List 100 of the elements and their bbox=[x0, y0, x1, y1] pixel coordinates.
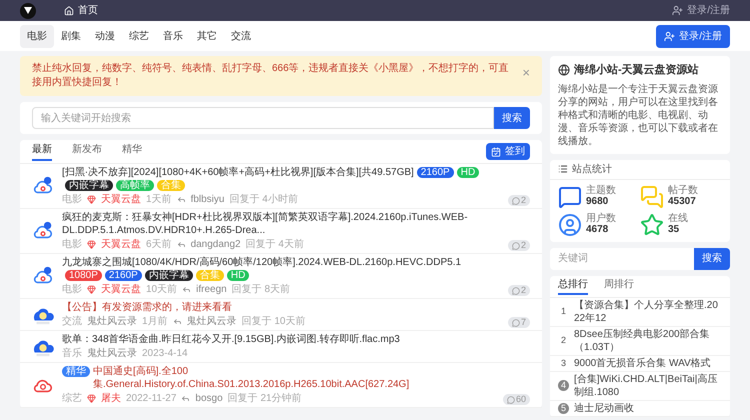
comment-count: 7 bbox=[508, 317, 530, 328]
ranking-item[interactable]: 【资源合集】个人分享全整理.2022年12 bbox=[574, 298, 722, 324]
stat-label: 用户数 bbox=[586, 213, 616, 224]
reply-time: 回复于 8天前 bbox=[232, 283, 290, 296]
user-plus-icon bbox=[672, 5, 684, 16]
topic-title[interactable]: 九龙城寨之围城[1080/4K/HDR/高码/60帧率/120帧率].2024.WEB-DL.2160p.HEVC.DDP5.1 bbox=[62, 256, 462, 269]
comment-icon bbox=[512, 286, 520, 294]
tag: HD bbox=[456, 167, 480, 178]
alert-text: 禁止纯水回复，纯数字、纯符号、纯表情、乱打字母、666等，违规者直接关《小黑屋》，不想打字的，可直接用内置快捷回复！ bbox=[32, 62, 510, 90]
post-time: 6天前 bbox=[146, 238, 172, 251]
search-button[interactable]: 搜索 bbox=[494, 107, 530, 129]
checkin-button[interactable]: 签到 bbox=[486, 143, 530, 160]
rank-number: 2 bbox=[560, 335, 567, 346]
source-label: 天翼云盘 bbox=[101, 238, 141, 251]
ranking-item[interactable]: 迪士尼动画收 bbox=[574, 402, 634, 414]
comment-icon bbox=[512, 318, 520, 326]
site-title: 海绵小站-天翼云盘资源站 bbox=[574, 62, 699, 78]
nav-item[interactable]: 音乐 bbox=[156, 24, 190, 48]
tag: 高帧率 bbox=[116, 180, 154, 191]
comment-icon bbox=[558, 184, 582, 208]
search-button[interactable]: 搜索 bbox=[694, 248, 730, 270]
gem-icon bbox=[87, 195, 96, 204]
post-time: 2022-11-27 bbox=[126, 392, 176, 405]
ranking-item[interactable]: [合集]WiKi.CHD.ALT|BeiTai|高压制组.1080 bbox=[574, 372, 722, 398]
replier-name: bosgo bbox=[195, 392, 223, 405]
source-label: 屠夫 bbox=[101, 392, 121, 405]
source-label: 天翼云盘 bbox=[101, 193, 141, 206]
nav-item[interactable]: 电影 bbox=[20, 24, 54, 48]
category-label: 电影 bbox=[62, 283, 82, 296]
rank-number: 1 bbox=[560, 306, 567, 317]
list-tab[interactable]: 新发布 bbox=[72, 142, 102, 161]
gem-icon bbox=[87, 285, 96, 294]
category-label: 音乐 bbox=[62, 347, 82, 360]
home-link[interactable]: 首页 bbox=[64, 3, 98, 18]
user-plus-icon bbox=[664, 30, 676, 42]
comment-count: 2 bbox=[508, 285, 530, 296]
source-label: 天翼云盘 bbox=[101, 283, 141, 296]
list-tab[interactable]: 最新 bbox=[32, 142, 52, 161]
rank-number: 3 bbox=[560, 358, 567, 368]
reply-icon bbox=[181, 394, 190, 403]
replier-name: ifreegn bbox=[196, 283, 227, 296]
login-link[interactable]: 登录/注册 bbox=[672, 3, 730, 18]
stat-label: 在线 bbox=[668, 213, 688, 224]
source-label: 鬼灶风云录 bbox=[87, 315, 137, 328]
reply-time: 回复于 4小时前 bbox=[229, 193, 298, 206]
comments-icon bbox=[640, 184, 664, 208]
list-tab[interactable]: 精华 bbox=[122, 142, 142, 161]
topic-title[interactable]: 歌单：348首华语金曲.昨日红花今又开.[9.15GB].内嵌词图.转存即听.flac.mp3 bbox=[62, 333, 400, 346]
nav-item[interactable]: 动漫 bbox=[88, 24, 122, 48]
post-time: 1月前 bbox=[142, 315, 168, 328]
topic-title[interactable]: 【公告】有发资源需求的，请进来看看 bbox=[62, 301, 232, 314]
keyword-field[interactable]: 关键词 bbox=[550, 248, 694, 270]
reply-time: 回复于 10天前 bbox=[242, 315, 306, 328]
rank-number: 4 bbox=[558, 380, 569, 391]
calendar-icon bbox=[491, 146, 501, 156]
ranking-item[interactable]: 8Dsee压制经典电影200部合集（1.03T） bbox=[574, 328, 722, 354]
comment-count: 2 bbox=[508, 240, 530, 251]
topic-title[interactable]: [扫黑·决不放弃][2024][1080+4K+60帧率+高码+杜比视界][版本合集][共49.57GB] bbox=[62, 166, 414, 179]
list-icon bbox=[558, 164, 568, 174]
replier-name: dangdang2 bbox=[190, 238, 241, 251]
topic-title[interactable]: 中国通史[高码].全100集.General.History.of.China.S01.2013.2016p.H265.10bit.AAC[627.24G] bbox=[93, 365, 495, 391]
reply-time: 回复于 4天前 bbox=[246, 238, 304, 251]
ranking-tab[interactable]: 总排行 bbox=[558, 277, 588, 295]
replier-name: fblbsiyu bbox=[190, 193, 224, 206]
reply-icon bbox=[172, 317, 182, 326]
logo-icon bbox=[20, 2, 36, 18]
category-label: 综艺 bbox=[62, 392, 82, 405]
stats-title: 站点统计 bbox=[572, 162, 612, 176]
comment-count: 2 bbox=[508, 195, 530, 206]
globe-icon bbox=[558, 64, 570, 76]
category-label: 电影 bbox=[62, 193, 82, 206]
reply-icon bbox=[176, 195, 186, 204]
stat-label: 主题数 bbox=[586, 185, 616, 196]
post-time: 2023-4-14 bbox=[142, 347, 188, 360]
reply-time: 回复于 21分钟前 bbox=[228, 392, 302, 405]
gem-icon bbox=[87, 394, 96, 403]
nav-item[interactable]: 综艺 bbox=[122, 24, 156, 48]
category-label: 交流 bbox=[62, 315, 82, 328]
tag: 合集 bbox=[196, 270, 224, 281]
topic-title[interactable]: 疯狂的麦克斯：狂暴女神[HDR+杜比视界双版本][简繁英双语字幕].2024.2160p.iTunes.WEB-DL.DDP.5.1.Atmos.DV.HDR10+.H.265-Drea... bbox=[62, 211, 500, 237]
gem-icon bbox=[87, 240, 96, 249]
login-button[interactable]: 登录/注册 bbox=[656, 24, 730, 48]
reply-icon bbox=[182, 285, 192, 294]
stat-value: 9680 bbox=[586, 196, 610, 208]
tag: 2160P bbox=[104, 270, 142, 281]
rank-number: 5 bbox=[558, 402, 569, 414]
ranking-item[interactable]: 9000首无损音乐合集 WAV格式 bbox=[574, 356, 711, 370]
comment-icon bbox=[512, 196, 520, 204]
category-label: 电影 bbox=[62, 238, 82, 251]
reply-icon bbox=[176, 240, 186, 249]
ranking-tab[interactable]: 周排行 bbox=[604, 277, 634, 295]
search-field[interactable]: 输入关键词开始搜索 bbox=[32, 107, 494, 129]
nav-item[interactable]: 其它 bbox=[190, 24, 224, 48]
source-label: 鬼灶风云录 bbox=[87, 347, 137, 360]
tag: 内嵌字幕 bbox=[65, 180, 113, 191]
star-icon bbox=[640, 212, 664, 236]
post-time: 10天前 bbox=[146, 283, 178, 296]
nav-item[interactable]: 剧集 bbox=[54, 24, 88, 48]
tag: 1080P bbox=[65, 270, 102, 281]
nav-item[interactable]: 交流 bbox=[224, 24, 258, 48]
